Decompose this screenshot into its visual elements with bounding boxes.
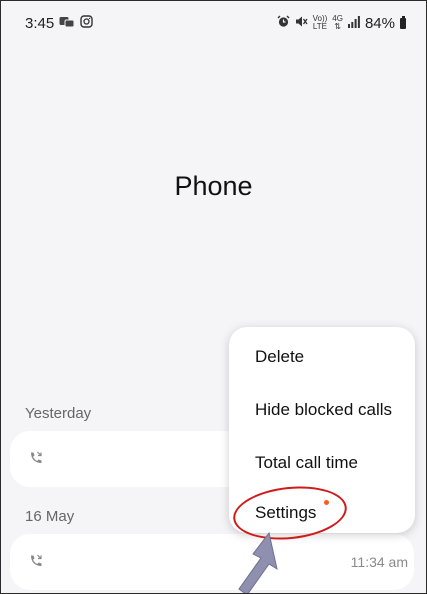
section-header-16-may: 16 May xyxy=(25,508,75,525)
section-header-yesterday: Yesterday xyxy=(25,405,92,422)
alarm-icon xyxy=(277,15,290,31)
status-left: 3:45 xyxy=(25,15,93,32)
menu-item-delete[interactable]: Delete xyxy=(255,347,304,367)
page-title: Phone xyxy=(174,171,253,201)
menu-item-total-call-time[interactable]: Total call time xyxy=(255,453,358,473)
battery-percent: 84% xyxy=(364,14,395,32)
call-log-item[interactable]: 11:34 am xyxy=(10,534,414,590)
call-time: 11:34 am xyxy=(350,554,408,570)
network-type-indicator: 4G ⇅ xyxy=(332,14,343,31)
signal-icon xyxy=(347,15,360,31)
battery-icon xyxy=(400,15,406,29)
status-right: Vo)) LTE 4G ⇅ 84% xyxy=(277,15,406,32)
volte-indicator: Vo)) LTE xyxy=(312,14,328,31)
phone-screen: 3:45 Vo)) LTE 4G ⇅ 84% Phone Yesterday 1… xyxy=(0,0,427,594)
missed-call-icon xyxy=(28,450,44,466)
missed-call-icon xyxy=(28,553,44,569)
status-time: 3:45 xyxy=(25,14,55,32)
instagram-icon xyxy=(80,15,93,31)
mute-icon xyxy=(295,15,308,31)
menu-item-hide-blocked-calls[interactable]: Hide blocked calls xyxy=(255,400,392,420)
pointer-arrow-icon xyxy=(238,531,278,593)
message-notification-icon xyxy=(59,16,75,31)
status-bar: 3:45 Vo)) LTE 4G ⇅ 84% xyxy=(1,1,426,45)
